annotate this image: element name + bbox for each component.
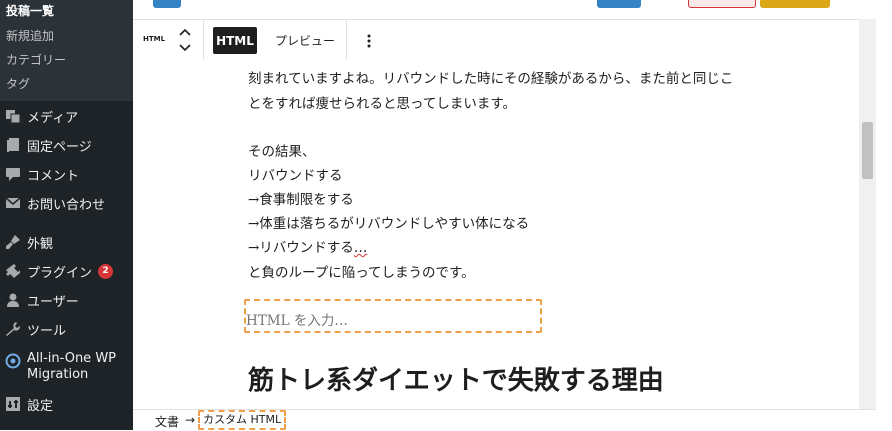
html-input-placeholder: HTML を入力… [246,313,348,329]
block-mover [178,25,192,55]
menu-media[interactable]: メディア [0,103,133,129]
submenu-tags[interactable]: タグ [6,75,30,92]
paragraph-line[interactable]: 刻まれていますよね。リバウンドした時にその経験があるから、また前と同じこ [248,67,733,87]
menu-comments[interactable]: コメント [0,161,133,187]
move-up-icon[interactable] [179,28,191,36]
plugin-update-badge: 2 [98,263,114,279]
admin-sidebar: 投稿一覧 新規追加 カテゴリー タグ メディア 固定ページ コメント お問い合わ… [0,0,133,430]
custom-html-input[interactable]: HTML を入力… [244,299,542,333]
paragraph-line[interactable]: とをすれば痩せられると思ってしまいます。 [248,92,516,112]
scrollbar-thumb[interactable] [862,122,873,179]
media-icon [5,108,21,124]
menu-label: 固定ページ [27,139,92,155]
menu-label-line1: All-in-One WP [27,351,117,366]
tool-icon [5,321,21,337]
menu-settings[interactable]: 設定 [0,391,133,417]
tab-preview[interactable]: プレビュー [267,27,343,54]
menu-plugins[interactable]: プラグイン 2 [0,258,133,284]
submenu-all-posts[interactable]: 投稿一覧 [6,2,54,19]
move-down-icon[interactable] [179,44,191,52]
paragraph-line[interactable]: その結果、 [248,140,316,160]
toolbar-divider [203,20,204,61]
submenu-categories[interactable]: カテゴリー [6,51,66,68]
appearance-icon [5,234,21,250]
header-danger-button[interactable] [688,0,756,8]
block-breadcrumb: 文書 → カスタム HTML [133,409,876,431]
paragraph-line[interactable]: →食事制限をする [248,188,354,208]
paragraph-text: →リバウンドする [248,240,354,256]
section-heading[interactable]: 筋トレ系ダイエットで失敗する理由 [248,360,664,397]
menu-label: All-in-One WP Migration [27,351,116,383]
breadcrumb-custom-html[interactable]: カスタム HTML [198,410,287,430]
toolbar-divider [346,20,347,61]
paragraph-line[interactable]: →リバウンドする… [248,236,367,256]
breadcrumb-separator: → [185,413,196,427]
menu-appearance[interactable]: 外観 [0,229,133,255]
block-toolbar: HTML HTML プレビュー [133,19,859,62]
page-icon [5,137,21,153]
tab-html[interactable]: HTML [213,27,257,54]
migration-icon [5,353,21,369]
menu-tools[interactable]: ツール [0,316,133,342]
spellcheck-ellipsis: … [353,240,368,256]
submenu-add-new[interactable]: 新規追加 [6,27,54,44]
more-vertical-icon [367,34,371,47]
editor-scrollbar[interactable] [859,19,876,409]
header-publish-button[interactable] [597,0,641,8]
user-icon [5,292,21,308]
paragraph-line[interactable]: →体重は落ちるがリバウンドしやすい体になる [248,212,529,232]
menu-label: お問い合わせ [27,197,106,213]
menu-label: ユーザー [27,294,79,310]
block-type-label[interactable]: HTML [143,35,165,43]
more-options-button[interactable] [357,27,381,54]
menu-all-in-one-wp-migration[interactable]: All-in-One WP Migration [0,351,133,387]
menu-label-line2: Migration [27,367,89,382]
menu-pages[interactable]: 固定ページ [0,132,133,158]
header-button-left[interactable] [153,0,181,8]
menu-users[interactable]: ユーザー [0,287,133,313]
editor-header-strip [133,0,892,10]
menu-label: コメント [27,168,80,184]
menu-label: 設定 [27,398,54,414]
paragraph-line[interactable]: と負のループに陥ってしまうのです。 [248,261,475,281]
menu-label: 外観 [27,236,54,252]
mail-icon [5,195,21,211]
breadcrumb-document[interactable]: 文書 [155,413,179,430]
window-edge [876,0,892,430]
menu-label: プラグイン [27,265,93,281]
posts-submenu: 投稿一覧 新規追加 カテゴリー タグ [0,0,133,101]
paragraph-line[interactable]: リバウンドする [248,164,343,184]
header-highlight-button[interactable] [760,0,830,8]
settings-icon [5,396,21,412]
editor-canvas: 刻まれていますよね。リバウンドした時にその経験があるから、また前と同じこ とをす… [133,60,859,409]
menu-contact[interactable]: お問い合わせ [0,190,133,216]
comment-icon [5,166,21,182]
menu-label: メディア [27,110,79,126]
menu-label: ツール [27,323,67,339]
plugin-icon [5,263,21,279]
